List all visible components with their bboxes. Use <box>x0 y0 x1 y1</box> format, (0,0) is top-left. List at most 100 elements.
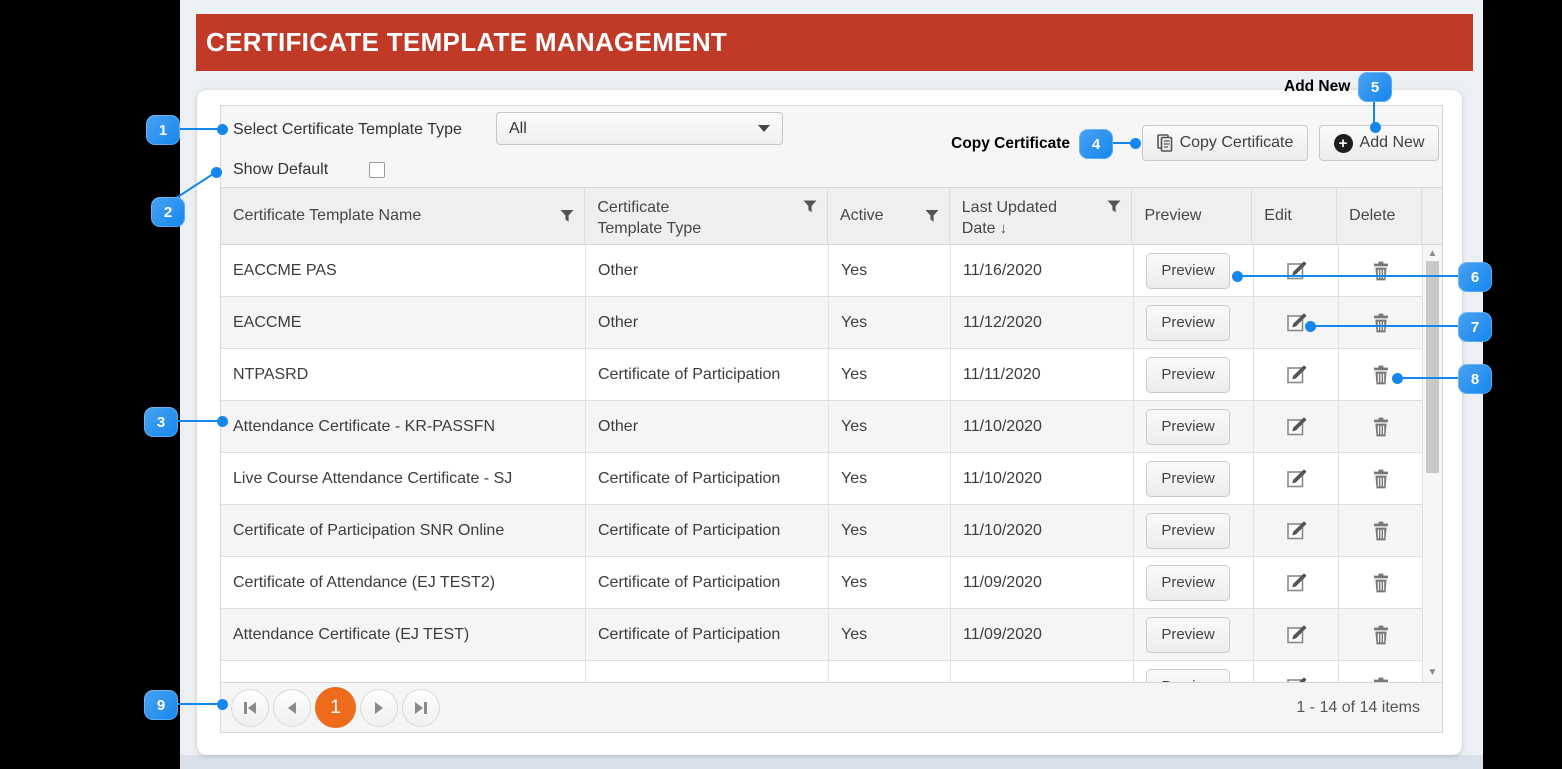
cell-template-type: Other <box>586 401 829 452</box>
active-text: Yes <box>841 625 868 643</box>
template-type-text: Certificate of Participation <box>598 573 781 591</box>
cell-delete <box>1339 609 1424 660</box>
column-header-active[interactable]: Active <box>828 188 950 244</box>
copy-certificate-button-label: Copy Certificate <box>1179 134 1294 151</box>
select-type-label: Select Certificate Template Type <box>233 121 462 138</box>
preview-button[interactable]: Preview <box>1146 460 1230 497</box>
preview-button[interactable]: Preview <box>1146 564 1230 601</box>
scrollbar-thumb[interactable] <box>1426 261 1439 473</box>
annotation-dot-8 <box>1392 373 1403 384</box>
filter-icon[interactable] <box>560 210 574 223</box>
edit-icon[interactable] <box>1285 363 1308 386</box>
cell-delete <box>1339 505 1424 556</box>
active-text: Yes <box>841 365 868 383</box>
edit-icon[interactable] <box>1285 259 1308 282</box>
annotation-line-7 <box>1312 325 1458 327</box>
annotation-dot-7 <box>1305 321 1316 332</box>
edit-icon[interactable] <box>1285 467 1308 490</box>
copy-certificate-button[interactable]: Copy Certificate <box>1142 125 1308 161</box>
cell-active: Yes <box>829 297 951 348</box>
cell-last-updated <box>951 661 1134 682</box>
last-updated-text: 11/10/2020 <box>963 469 1042 487</box>
column-header-template-name-label: Certificate Template Name <box>233 207 422 224</box>
delete-icon[interactable] <box>1372 521 1390 541</box>
template-name-text: NTPASRD <box>233 365 309 383</box>
column-header-last-updated[interactable]: Last Updated Date ↓ <box>950 188 1133 244</box>
screen: CERTIFICATE TEMPLATE MANAGEMENT Select C… <box>0 0 1562 769</box>
sort-descending-icon: ↓ <box>999 220 1008 237</box>
filter-icon[interactable] <box>925 210 939 223</box>
last-updated-text: 11/09/2020 <box>963 573 1042 591</box>
cell-template-name: Attendance Certificate - KR-PASSFN <box>221 401 586 452</box>
annotation-line-8 <box>1400 377 1458 379</box>
scroll-down-icon[interactable]: ▼ <box>1423 667 1442 678</box>
cell-delete <box>1339 401 1424 452</box>
current-page-button[interactable]: 1 <box>315 687 356 728</box>
edit-icon[interactable] <box>1285 623 1308 646</box>
preview-button[interactable]: Preview <box>1146 252 1230 289</box>
cell-edit <box>1254 245 1339 296</box>
delete-icon[interactable] <box>1372 469 1390 489</box>
cell-template-type: Certificate of Participation <box>586 453 829 504</box>
annotation-dot-4 <box>1130 138 1141 149</box>
template-type-text: Other <box>598 261 639 279</box>
cell-delete <box>1339 661 1424 682</box>
delete-icon[interactable] <box>1372 261 1390 281</box>
cell-preview: Preview <box>1134 661 1254 682</box>
pager-summary: 1 - 14 of 14 items <box>1296 698 1420 716</box>
edit-icon[interactable] <box>1285 311 1308 334</box>
copy-icon <box>1156 134 1173 152</box>
show-default-checkbox[interactable] <box>369 162 385 178</box>
edit-icon[interactable] <box>1285 675 1308 682</box>
first-page-button[interactable] <box>231 688 269 727</box>
last-updated-text: 11/11/2020 <box>963 365 1041 383</box>
cell-preview: Preview <box>1134 609 1254 660</box>
previous-page-button[interactable] <box>273 688 311 727</box>
grid-body: EACCME PAS Other Yes 11/16/2020 Preview … <box>221 245 1442 682</box>
cell-edit <box>1254 401 1339 452</box>
table-row: EACCME Other Yes 11/12/2020 Preview <box>221 297 1424 349</box>
edit-icon[interactable] <box>1285 519 1308 542</box>
grid-header-row: Certificate Template Name Certificate Te… <box>221 187 1442 245</box>
template-name-text: Certificate of Participation SNR Online <box>233 521 505 539</box>
delete-icon[interactable] <box>1372 625 1390 645</box>
active-text: Yes <box>841 521 868 539</box>
cell-template-type: Other <box>586 245 829 296</box>
annotation-badge-7: 7 <box>1458 312 1492 342</box>
template-type-dropdown[interactable]: All <box>496 112 783 145</box>
edit-icon[interactable] <box>1285 415 1308 438</box>
filter-icon[interactable] <box>1107 200 1121 213</box>
template-name-text: EACCME PAS <box>233 261 337 279</box>
next-page-button[interactable] <box>360 688 398 727</box>
annotation-badge-6: 6 <box>1458 262 1492 292</box>
cell-template-type: Certificate of Participation <box>586 609 829 660</box>
cell-preview: Preview <box>1134 505 1254 556</box>
annotation-label-copy-certificate: Copy Certificate <box>951 135 1070 152</box>
preview-button[interactable]: Preview <box>1146 304 1230 341</box>
column-header-template-name[interactable]: Certificate Template Name <box>221 188 586 244</box>
column-header-last-updated-label: Last Updated Date ↓ <box>961 199 1057 237</box>
cell-preview: Preview <box>1134 557 1254 608</box>
cell-template-name: NTPASRD <box>221 349 586 400</box>
delete-icon[interactable] <box>1372 573 1390 593</box>
column-header-template-type[interactable]: Certificate Template Type <box>585 188 828 244</box>
filter-icon[interactable] <box>803 200 817 213</box>
template-type-text: Certificate of Participation <box>598 625 781 643</box>
edit-icon[interactable] <box>1285 571 1308 594</box>
delete-icon[interactable] <box>1372 365 1390 385</box>
preview-button[interactable]: Preview <box>1146 408 1230 445</box>
cell-last-updated: 11/10/2020 <box>951 401 1134 452</box>
delete-icon[interactable] <box>1372 313 1390 333</box>
preview-button[interactable]: Preview <box>1146 356 1230 393</box>
vertical-scrollbar[interactable]: ▲ ▼ <box>1422 245 1442 682</box>
preview-button[interactable]: Preview <box>1146 616 1230 653</box>
cell-preview: Preview <box>1134 453 1254 504</box>
preview-button[interactable]: Preview <box>1146 668 1230 682</box>
scroll-up-icon[interactable]: ▲ <box>1423 248 1442 259</box>
delete-icon[interactable] <box>1372 677 1390 683</box>
last-page-button[interactable] <box>402 688 440 727</box>
delete-icon[interactable] <box>1372 417 1390 437</box>
table-row: Certificate of Participation SNR Online … <box>221 505 1424 557</box>
annotation-line-1 <box>180 128 222 130</box>
preview-button[interactable]: Preview <box>1146 512 1230 549</box>
